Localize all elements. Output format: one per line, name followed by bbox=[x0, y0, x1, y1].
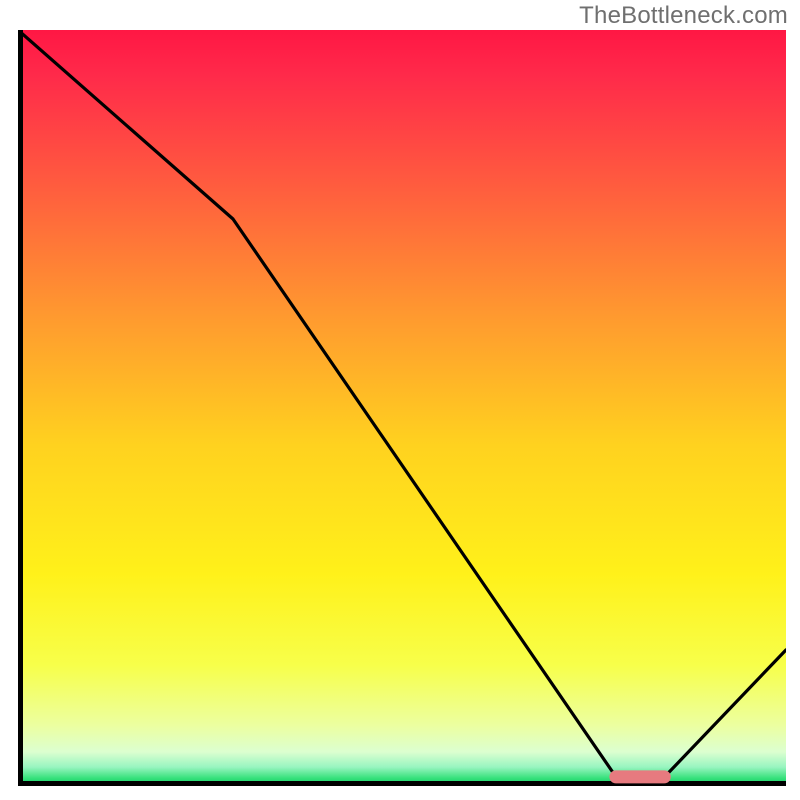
chart-frame: TheBottleneck.com bbox=[0, 0, 800, 800]
optimal-zone-marker bbox=[609, 770, 670, 783]
plot-area bbox=[18, 30, 786, 786]
gradient-background bbox=[18, 30, 786, 786]
x-axis bbox=[18, 781, 786, 786]
optimal-marker bbox=[609, 770, 670, 783]
y-axis bbox=[18, 30, 23, 786]
bottleneck-chart bbox=[18, 30, 786, 786]
watermark-text: TheBottleneck.com bbox=[579, 2, 788, 30]
